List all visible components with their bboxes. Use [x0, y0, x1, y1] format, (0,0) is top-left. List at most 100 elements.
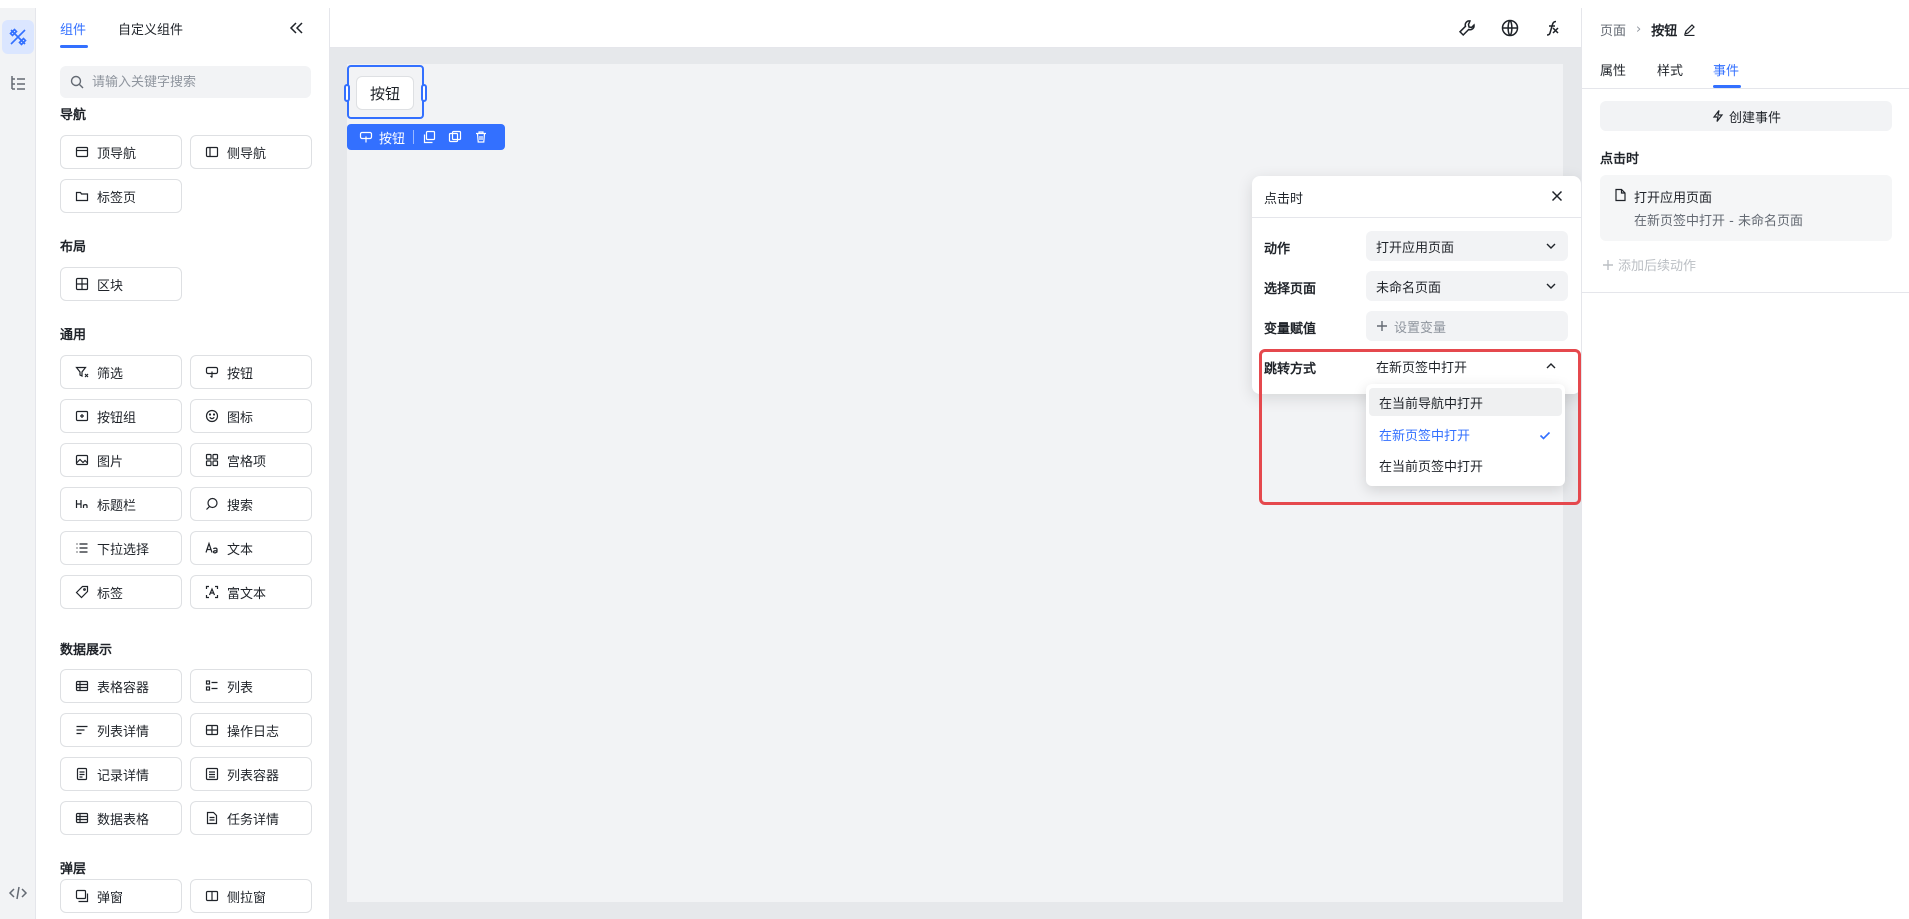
component-data-table[interactable]: 数据表格	[60, 801, 182, 835]
component-label: 图标	[227, 410, 254, 426]
create-event-button[interactable]: 创建事件	[1600, 101, 1892, 131]
component-top-nav[interactable]: 顶导航	[60, 135, 182, 169]
component-record-detail[interactable]: 记录详情	[60, 757, 182, 791]
component-text[interactable]: 文本	[190, 531, 312, 565]
component-side-nav[interactable]: 侧导航	[190, 135, 312, 169]
button-icon	[205, 366, 219, 378]
component-search[interactable]: 搜索	[190, 487, 312, 521]
component-label: 列表	[227, 680, 254, 696]
option-new-tab[interactable]: 在新页签中打开	[1369, 420, 1562, 448]
tab-styles[interactable]: 样式	[1657, 60, 1683, 79]
component-dropdown-select[interactable]: 下拉选择	[60, 531, 182, 565]
section-title-data: 数据展示	[60, 643, 113, 658]
component-operation-log[interactable]: 操作日志	[190, 713, 312, 747]
component-label: 下拉选择	[97, 542, 150, 558]
set-variable-button[interactable]: 设置变量	[1366, 311, 1568, 341]
component-label: 侧导航	[227, 146, 267, 162]
component-label: 列表详情	[97, 724, 150, 740]
variable-assign-label: 变量赋值	[1264, 322, 1317, 337]
component-tabs[interactable]: 标签页	[60, 179, 182, 213]
component-label: 筛选	[97, 366, 124, 382]
component-label: 按钮	[227, 366, 254, 382]
option-current-nav[interactable]: 在当前导航中打开	[1369, 388, 1562, 416]
component-table-container[interactable]: 表格容器	[60, 669, 182, 703]
table-icon	[75, 680, 89, 692]
component-title-bar[interactable]: 标题栏	[60, 487, 182, 521]
component-filter[interactable]: 筛选	[60, 355, 182, 389]
section-title-overlay: 弹层	[60, 862, 87, 877]
search-input[interactable]	[92, 74, 292, 90]
canvas-button[interactable]: 按钮	[356, 76, 414, 110]
component-button[interactable]: 按钮	[190, 355, 312, 389]
lines-icon	[76, 725, 88, 735]
plus-icon	[1603, 259, 1613, 270]
component-label: 操作日志	[227, 724, 280, 740]
resize-handle-right[interactable]	[421, 84, 427, 102]
document-icon	[1615, 188, 1626, 202]
component-list-detail[interactable]: 列表详情	[60, 713, 182, 747]
globe-icon[interactable]	[1500, 18, 1520, 38]
component-list-container[interactable]: 列表容器	[190, 757, 312, 791]
wrench-icon[interactable]	[1457, 18, 1477, 38]
select-value: 在新页签中打开	[1376, 360, 1468, 376]
top-nav-icon	[75, 146, 89, 158]
components-rail-button[interactable]	[2, 20, 34, 54]
tree-list-icon	[11, 76, 25, 90]
collapse-icon[interactable]	[286, 18, 306, 38]
chevron-up-icon	[1546, 363, 1556, 369]
chevron-right-icon: ›	[1636, 22, 1642, 37]
action-card[interactable]: 打开应用页面 在新页签中打开 - 未命名页面	[1600, 175, 1892, 241]
tab-properties[interactable]: 属性	[1600, 60, 1626, 79]
breadcrumb-page[interactable]: 页面	[1600, 20, 1626, 39]
component-panel: 组件 自定义组件 导航 顶导航 侧导航 标签页 布局 区块 通用 筛选 按钮 按…	[36, 8, 330, 919]
close-icon[interactable]	[1548, 187, 1566, 205]
chevron-down-icon	[1546, 283, 1556, 289]
tab-components[interactable]: 组件	[60, 19, 86, 38]
component-task-detail[interactable]: 任务详情	[190, 801, 312, 835]
copy-button[interactable]	[422, 130, 436, 144]
component-grid-item[interactable]: 宫格项	[190, 443, 312, 477]
page-select[interactable]: 未命名页面	[1366, 271, 1568, 301]
popup-header: 点击时	[1252, 176, 1581, 218]
panel-tabs: 组件 自定义组件	[36, 8, 330, 48]
component-list[interactable]: 列表	[190, 669, 312, 703]
rich-text-icon	[205, 585, 219, 599]
navigation-mode-select[interactable]: 在新页签中打开	[1366, 351, 1568, 381]
component-icon[interactable]: 图标	[190, 399, 312, 433]
component-modal[interactable]: 弹窗	[60, 879, 182, 913]
component-block[interactable]: 区块	[60, 267, 182, 301]
component-label: 图片	[97, 454, 124, 470]
list-icon	[76, 543, 88, 553]
set-variable-label: 设置变量	[1394, 320, 1447, 336]
tab-custom-components[interactable]: 自定义组件	[118, 19, 183, 38]
outline-rail-button[interactable]	[2, 66, 34, 100]
edit-icon[interactable]	[1683, 23, 1696, 36]
component-tag[interactable]: 标签	[60, 575, 182, 609]
code-rail-button[interactable]	[2, 876, 34, 910]
select-value: 打开应用页面	[1376, 240, 1455, 256]
add-follow-action-button[interactable]: 添加后续动作	[1602, 255, 1696, 274]
option-current-tab[interactable]: 在当前页签中打开	[1369, 451, 1562, 479]
select-page-label: 选择页面	[1264, 282, 1317, 297]
top-toolbar	[330, 8, 1581, 48]
divider	[1582, 292, 1909, 293]
component-rich-text[interactable]: 富文本	[190, 575, 312, 609]
delete-button[interactable]	[474, 130, 488, 144]
component-button-group[interactable]: 按钮组	[60, 399, 182, 433]
duplicate-icon	[448, 130, 462, 143]
action-title: 打开应用页面	[1634, 191, 1713, 206]
component-label: 文本	[227, 542, 254, 558]
section-title-layout: 布局	[60, 240, 87, 255]
component-drawer[interactable]: 侧拉窗	[190, 879, 312, 913]
selection-label[interactable]: 按钮	[379, 128, 405, 147]
component-label: 数据表格	[97, 812, 150, 828]
duplicate-button[interactable]	[448, 130, 462, 144]
event-config-popup: 点击时 动作 打开应用页面 选择页面 未命名页面 变量赋值 设置变量 跳转方式 …	[1252, 176, 1581, 394]
action-select[interactable]: 打开应用页面	[1366, 231, 1568, 261]
lightning-icon	[1712, 110, 1724, 122]
function-icon[interactable]	[1543, 18, 1563, 38]
component-label: 区块	[97, 278, 124, 294]
component-image[interactable]: 图片	[60, 443, 182, 477]
tab-events[interactable]: 事件	[1713, 60, 1739, 79]
resize-handle-left[interactable]	[344, 84, 350, 102]
